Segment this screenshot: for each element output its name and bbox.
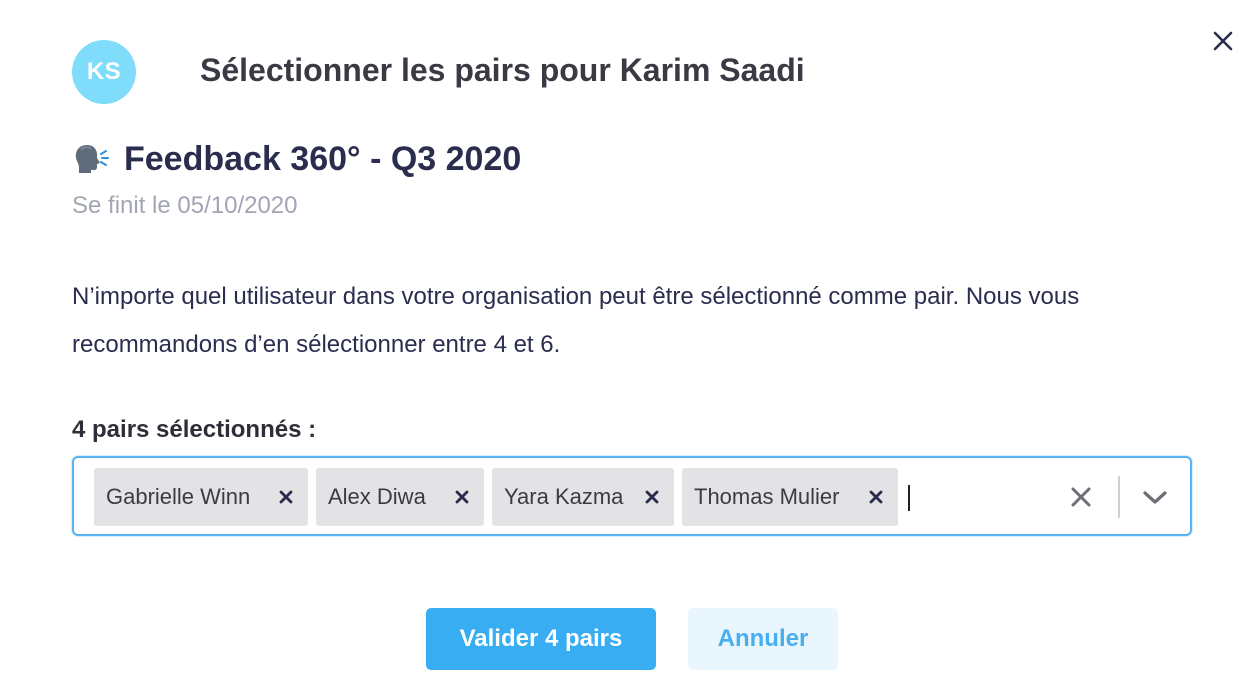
indicator-separator [1118,476,1120,518]
text-cursor [908,485,910,511]
peers-multi-select[interactable]: Gabrielle Winn Alex Diwa Yara Kazma Thom… [72,456,1192,536]
peer-chip-label: Gabrielle Winn [106,484,251,509]
peer-chip: Yara Kazma [492,468,674,526]
close-icon[interactable] [1208,26,1238,56]
remove-chip-icon[interactable] [642,487,662,507]
peer-chip-label: Thomas Mulier [694,484,840,509]
peer-chip: Thomas Mulier [682,468,898,526]
peer-chip-label: Yara Kazma [504,484,624,509]
campaign-end-date: Se finit le 05/10/2020 [72,192,298,219]
avatar: KS [72,40,136,104]
peer-chip: Gabrielle Winn [94,468,308,526]
remove-chip-icon[interactable] [866,487,886,507]
instructions-text: N’importe quel utilisateur dans votre or… [72,283,1080,358]
remove-chip-icon[interactable] [276,487,296,507]
clear-all-icon[interactable] [1068,484,1094,510]
chevron-down-icon[interactable] [1140,484,1170,510]
selected-count-label: 4 pairs sélectionnés : [72,416,317,443]
peer-chip-label: Alex Diwa [328,484,426,509]
speaking-head-icon [75,145,109,173]
select-peers-modal: KS Sélectionner les pairs pour Karim Saa… [0,0,1256,700]
campaign-header: Feedback 360° - Q3 2020 [72,138,521,180]
modal-title: Sélectionner les pairs pour Karim Saadi [200,52,805,88]
peer-chip: Alex Diwa [316,468,484,526]
confirm-peers-button[interactable]: Valider 4 pairs [426,608,656,670]
cancel-button[interactable]: Annuler [688,608,838,670]
campaign-name: Feedback 360° - Q3 2020 [124,139,522,178]
avatar-initials: KS [86,58,122,85]
remove-chip-icon[interactable] [452,487,472,507]
